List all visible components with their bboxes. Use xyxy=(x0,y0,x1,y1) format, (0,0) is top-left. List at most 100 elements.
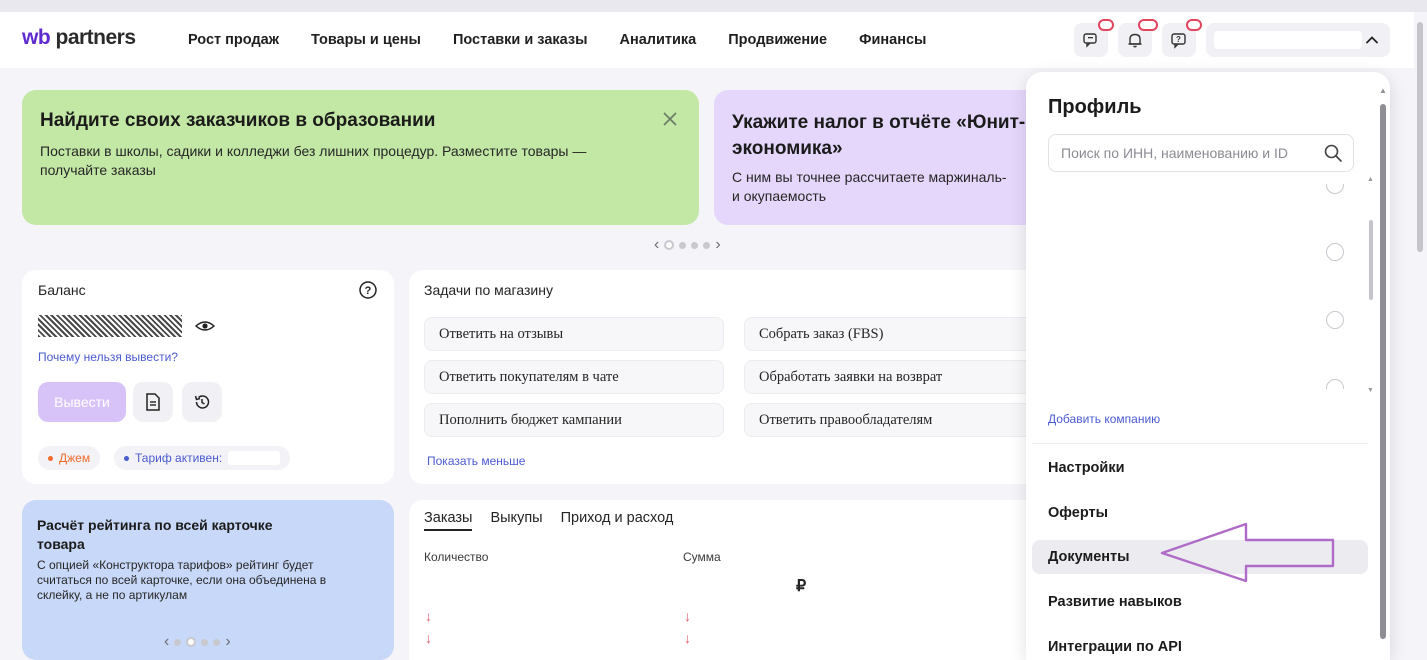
task-assemble-fbs[interactable]: Собрать заказ (FBS) xyxy=(744,317,1035,351)
tab-income-expense[interactable]: Приход и расход xyxy=(561,510,674,531)
question-icon[interactable]: ? xyxy=(358,280,378,300)
nav-item-sales-growth[interactable]: Рост продаж xyxy=(188,32,279,48)
scroll-down-arrow[interactable]: ▼ xyxy=(1367,387,1374,394)
company-radio[interactable] xyxy=(1326,311,1344,329)
tab-orders[interactable]: Заказы xyxy=(424,510,473,531)
search-icon[interactable] xyxy=(1323,143,1343,163)
chat-button[interactable] xyxy=(1074,19,1114,57)
notifications-badge xyxy=(1138,19,1158,31)
company-radio[interactable] xyxy=(1326,184,1344,194)
company-radio[interactable] xyxy=(1326,243,1344,261)
withdraw-button[interactable]: Вывести xyxy=(38,382,126,422)
task-top-up-campaign[interactable]: Пополнить бюджет кампании xyxy=(424,403,724,437)
tax-banner-text-line2: и окупаемость xyxy=(732,188,827,204)
support-badge xyxy=(1186,19,1202,31)
dropdown-scroll-thumb[interactable] xyxy=(1380,104,1386,639)
rating-pager: ‹ › xyxy=(164,633,231,651)
sum-trend-icon: ↓ xyxy=(684,608,691,624)
pager-dot[interactable] xyxy=(691,241,699,249)
notifications-button[interactable] xyxy=(1118,19,1158,57)
pager-dot[interactable] xyxy=(679,241,687,249)
sum-column-header: Сумма xyxy=(683,550,721,564)
top-header: wb partners Рост продаж Товары и цены По… xyxy=(0,12,1414,112)
dropdown-scrollbar[interactable]: ▲ xyxy=(1379,86,1387,646)
svg-text:?: ? xyxy=(1176,35,1181,44)
task-process-returns[interactable]: Обработать заявки на возврат xyxy=(744,360,1035,394)
education-banner-text: Поставки в школы, садики и колледжи без … xyxy=(40,143,587,178)
tariff-dot xyxy=(124,455,129,461)
rating-banner-title: Расчёт рейтинга по всей карточке товара xyxy=(37,517,273,552)
svg-text:?: ? xyxy=(365,285,372,297)
nav-item-analytics[interactable]: Аналитика xyxy=(619,32,696,48)
pager-next-arrow[interactable]: › xyxy=(715,236,720,254)
menu-item-settings[interactable]: Настройки xyxy=(1032,451,1368,485)
task-reply-chat[interactable]: Ответить покупателям в чате xyxy=(424,360,724,394)
chat-badge xyxy=(1098,19,1114,31)
tariff-value-hidden xyxy=(228,451,281,465)
nav-item-promotion[interactable]: Продвижение xyxy=(728,32,827,48)
task-reply-rightsholders[interactable]: Ответить правообладателям xyxy=(744,403,1035,437)
wb-partners-logo[interactable]: wb partners xyxy=(22,26,136,50)
nav-item-supplies-orders[interactable]: Поставки и заказы xyxy=(453,32,588,48)
menu-item-skills[interactable]: Развитие навыков xyxy=(1032,585,1368,619)
page-scrollbar-thumb[interactable] xyxy=(1417,22,1423,252)
scroll-up-arrow[interactable]: ▲ xyxy=(1379,86,1387,95)
orders-card: Заказы Выкупы Приход и расход Количество… xyxy=(409,500,1035,660)
nav-item-finance[interactable]: Финансы xyxy=(859,32,926,48)
bell-icon xyxy=(1128,33,1142,48)
history-button[interactable] xyxy=(182,382,222,422)
show-less-link[interactable]: Показать меньше xyxy=(427,454,525,468)
document-icon xyxy=(146,393,160,411)
balance-label: Баланс xyxy=(38,282,86,298)
close-icon[interactable] xyxy=(663,112,677,126)
account-switcher[interactable] xyxy=(1206,23,1390,57)
tariff-label: Тариф активен: xyxy=(135,451,223,465)
dropdown-divider xyxy=(1032,443,1368,444)
education-banner-title: Найдите своих заказчиков в образовании xyxy=(40,110,436,131)
page-scrollbar[interactable] xyxy=(1414,12,1427,660)
menu-item-api-integrations[interactable]: Интеграции по API xyxy=(1032,630,1368,660)
pager-dot[interactable] xyxy=(664,240,675,250)
pager-dot[interactable] xyxy=(201,638,209,646)
company-list-scroll-thumb[interactable] xyxy=(1369,220,1373,300)
store-tasks-card: Задачи по магазину Ответить на отзывы Со… xyxy=(409,270,1035,484)
task-reply-reviews[interactable]: Ответить на отзывы xyxy=(424,317,724,351)
pager-prev-arrow[interactable]: ‹ xyxy=(654,236,659,254)
tax-banner-title: Укажите налог в отчёте «Юнит- xyxy=(732,112,1026,133)
company-search-input[interactable] xyxy=(1049,135,1319,171)
education-banner[interactable]: Найдите своих заказчиков в образовании П… xyxy=(22,90,699,225)
company-radio[interactable] xyxy=(1326,379,1344,389)
statement-button[interactable] xyxy=(133,382,173,422)
support-button[interactable]: ? xyxy=(1162,19,1202,57)
pager-next-arrow[interactable]: › xyxy=(225,633,230,651)
tariff-pill[interactable]: Тариф активен: xyxy=(114,446,291,470)
store-tasks-title: Задачи по магазину xyxy=(424,282,553,298)
quantity-trend-icon: ↓ xyxy=(425,630,432,646)
eye-icon[interactable] xyxy=(194,318,216,334)
quantity-column-header: Количество xyxy=(424,550,489,564)
quantity-trend-icon: ↓ xyxy=(425,608,432,624)
top-strip xyxy=(0,0,1427,12)
sum-trend-icon: ↓ xyxy=(684,630,691,646)
banner-pager: ‹ › xyxy=(654,236,721,254)
add-company-link[interactable]: Добавить компанию xyxy=(1048,412,1160,426)
main-nav: Рост продаж Товары и цены Поставки и зак… xyxy=(188,32,926,48)
jam-dot xyxy=(48,455,53,461)
profile-search-field[interactable] xyxy=(1048,134,1354,172)
jam-subscription-pill[interactable]: Джем xyxy=(38,446,101,470)
scroll-up-arrow[interactable]: ▲ xyxy=(1367,176,1374,183)
pager-prev-arrow[interactable]: ‹ xyxy=(164,633,169,651)
tax-banner[interactable]: Укажите налог в отчёте «Юнит- экономика»… xyxy=(714,90,1034,225)
tab-buyouts[interactable]: Выкупы xyxy=(490,510,542,531)
account-name-hidden xyxy=(1214,31,1362,49)
tax-banner-title-line2: экономика» xyxy=(732,138,843,159)
pager-dot[interactable] xyxy=(213,638,221,646)
why-cant-withdraw-link[interactable]: Почему нельзя вывести? xyxy=(38,350,178,364)
pager-dot[interactable] xyxy=(174,638,182,646)
annotation-arrow-icon xyxy=(1160,522,1335,583)
pager-dot[interactable] xyxy=(703,241,711,249)
nav-item-goods-prices[interactable]: Товары и цены xyxy=(311,32,421,48)
pager-dot[interactable] xyxy=(186,637,197,647)
orders-tabs: Заказы Выкупы Приход и расход xyxy=(424,510,1020,531)
company-list-scrollbar[interactable]: ▲ ▼ xyxy=(1366,176,1376,394)
